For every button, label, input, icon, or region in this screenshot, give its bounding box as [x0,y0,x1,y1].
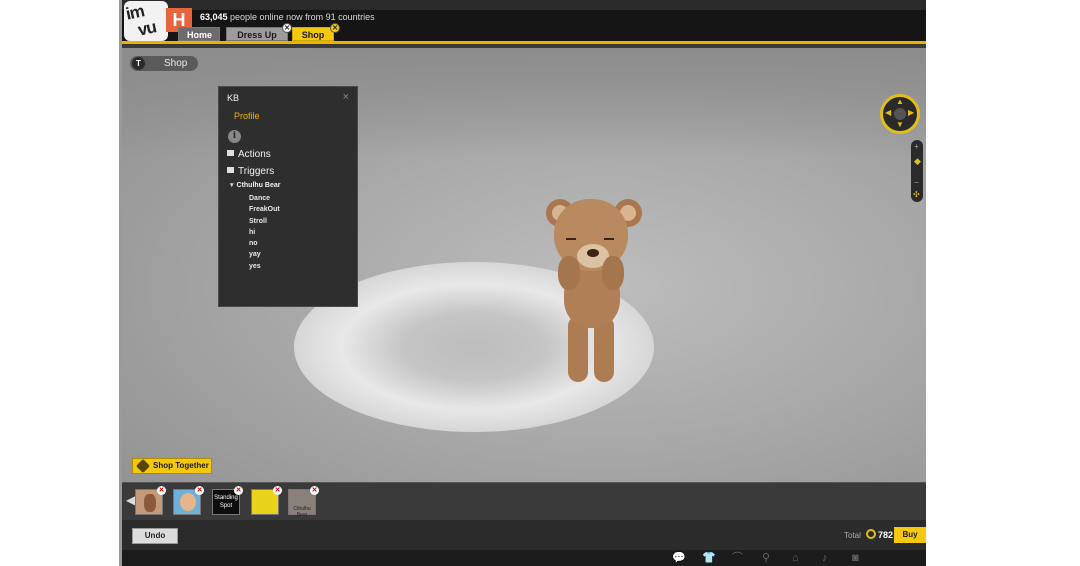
trigger-item[interactable]: Dance [249,193,280,204]
bear-right-arm [602,256,624,290]
pan-right-icon[interactable]: ▶ [908,109,914,117]
credits-value: 782 [878,530,894,540]
remove-item-icon[interactable]: ✕ [234,486,243,495]
bear-left-arm [558,256,580,290]
tab-dress-up[interactable]: Dress Up [226,27,288,41]
logo-text-bottom: vu [136,17,158,40]
undo-button[interactable]: Undo [132,528,178,544]
strip-prev-icon[interactable]: ◀ [126,493,135,507]
panel-title: KB [227,93,240,103]
online-suffix: people online now from 91 countries [227,12,375,22]
zoom-in-icon[interactable]: + [914,142,919,151]
zoom-slider[interactable]: + ◆ − ✣ [911,140,923,202]
item-label: Standing Spot [214,495,238,509]
close-dress-up-tab-icon[interactable]: ✕ [282,23,292,33]
pan-center-icon[interactable] [894,108,906,120]
outfit-item-thumb[interactable]: Standing Spot ✕ [212,486,243,515]
actions-label: Actions [238,149,271,160]
remove-item-icon[interactable]: ✕ [310,486,319,495]
shop-together-label: Shop Together [153,461,209,470]
panel-close-icon[interactable]: × [343,91,349,103]
zoom-out-icon[interactable]: − [914,178,919,187]
bottom-bar: Undo Total 782 Buy [122,520,926,550]
actions-section[interactable]: Actions [227,149,271,160]
bear-avatar[interactable] [542,194,642,384]
trigger-item[interactable]: yes [249,261,280,272]
trigger-item[interactable]: yay [249,249,280,260]
scene-viewport[interactable]: – T Shop KB × Profile i Actions [122,48,926,482]
home-icon[interactable]: ⌂ [792,552,799,564]
total-label: Total [844,531,861,540]
profile-link[interactable]: Profile [234,111,260,121]
trigger-group-label: Cthulhu Bear [236,182,281,189]
camera-icon[interactable]: ◙ [852,552,859,564]
pose-icon[interactable]: ⚲ [762,552,770,564]
info-icon[interactable]: i [228,130,241,143]
expand-triangle-icon: ▾ [230,182,234,189]
buy-button[interactable]: Buy [894,527,926,543]
item-label: Cthulhu Bear [293,506,311,518]
tab-shop[interactable]: Shop [292,27,334,41]
zoom-handle-icon[interactable]: ◆ [914,156,921,167]
remove-item-icon[interactable]: ✕ [157,486,166,495]
top-bar: im vu H 63,045 people online now from 91… [122,0,926,44]
shop-together-button[interactable]: Shop Together [132,458,212,474]
shirt-icon[interactable]: 👕 [702,552,716,564]
tab-home[interactable]: Home [178,27,220,41]
outfit-item-thumb[interactable]: Cthulhu Bear ✕ [288,486,319,518]
triggers-label: Triggers [238,166,275,177]
outfit-item-strip: ◀ ✕ ✕ Standing Spot ✕ ✕ Cthulhu Bear ✕ [122,482,926,520]
pan-down-icon[interactable]: ▼ [896,121,904,129]
close-shop-tab-icon[interactable]: ✕ [330,23,340,33]
trigger-item[interactable]: hi [249,227,280,238]
trigger-item[interactable]: Stroll [249,216,280,227]
remove-item-icon[interactable]: ✕ [195,486,204,495]
trigger-item[interactable]: no [249,238,280,249]
fit-view-icon[interactable]: ✣ [913,190,920,199]
top-stripe [122,0,926,10]
outfit-item-thumb[interactable]: ✕ [251,486,282,515]
outfit-item-thumb[interactable]: ✕ [173,486,204,515]
imvu-app: im vu H 63,045 people online now from 91… [122,0,926,566]
remove-item-icon[interactable]: ✕ [273,486,282,495]
bear-left-eye [566,238,576,240]
trigger-item[interactable]: FreakOut [249,204,280,215]
shop-mode-label: Shop [164,58,188,69]
outfit-item-thumb[interactable]: ✕ [135,486,166,515]
online-status: 63,045 people online now from 91 countri… [200,12,375,22]
triggers-section[interactable]: Triggers [227,166,274,177]
hanger-icon[interactable]: ⌒ [732,552,743,564]
folder-icon [227,167,234,173]
bear-right-eye [604,238,614,240]
imvu-logo[interactable]: im vu [124,1,168,41]
bear-nose [587,249,599,257]
pan-up-icon[interactable]: ▲ [896,98,904,106]
online-count: 63,045 [200,12,228,22]
trigger-group[interactable]: ▾ Cthulhu Bear [230,181,280,189]
shop-mode-icon: T [132,57,145,70]
footer-toolbar: 💬 👕 ⌒ ⚲ ⌂ ♪ ◙ [122,550,926,566]
price-tag-icon [135,458,151,474]
camera-pan-control[interactable]: ▲ ▼ ◀ ▶ [880,94,920,134]
trigger-list: Dance FreakOut Stroll hi no yay yes [249,193,280,272]
shop-mode-pill[interactable]: – T Shop [130,56,198,71]
pan-left-icon[interactable]: ◀ [885,109,891,117]
folder-icon [227,150,234,156]
chat-icon[interactable]: 💬 [672,552,686,564]
credits-coin-icon [866,529,876,539]
music-icon[interactable]: ♪ [822,552,828,564]
avatar-panel: KB × Profile i Actions Triggers ▾ Cthulhu… [218,86,358,307]
